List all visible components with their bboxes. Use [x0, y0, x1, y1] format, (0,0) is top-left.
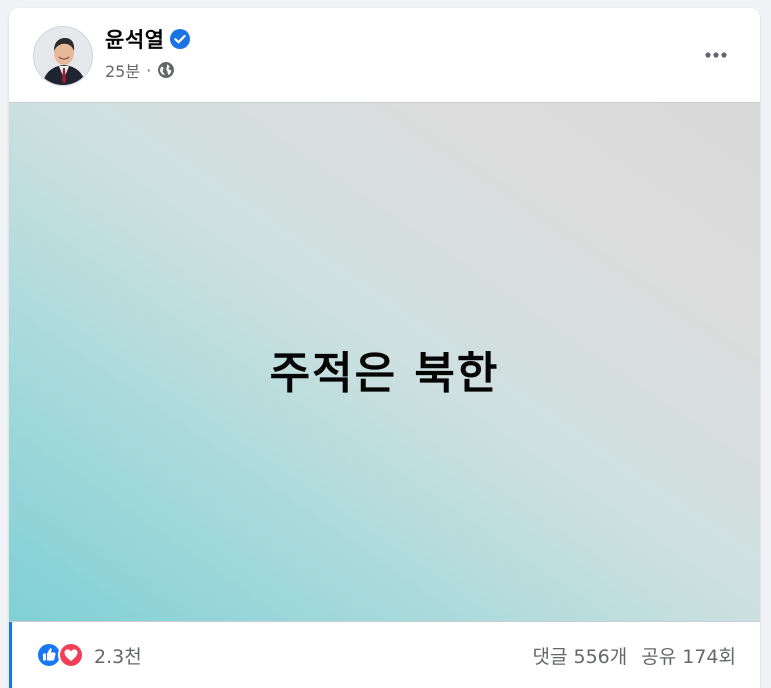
comment-count-link[interactable]: 댓글 556개: [533, 642, 628, 669]
love-icon: [58, 642, 84, 668]
post-header: 윤석열 25분 ·: [9, 8, 760, 102]
post-text-background-media[interactable]: 주적은 북한: [9, 102, 760, 622]
engagement-stats: 댓글 556개 공유 174회: [533, 640, 737, 670]
more-options-button[interactable]: [698, 38, 734, 68]
reaction-summary[interactable]: 2.3천: [36, 640, 142, 670]
verified-badge-icon: [170, 29, 191, 49]
post-card: 윤석열 25분 · 주적은 북한 2.3천 댓글 556개 공유 174회: [9, 8, 760, 688]
author-name[interactable]: 윤석열: [105, 24, 164, 54]
post-meta: 25분 ·: [105, 58, 175, 82]
post-footer: 2.3천 댓글 556개 공유 174회: [9, 622, 760, 688]
share-count-link[interactable]: 공유 174회: [641, 642, 736, 669]
author-avatar[interactable]: [33, 26, 93, 86]
more-options-icon: [704, 44, 728, 63]
globe-icon[interactable]: [157, 61, 175, 79]
reaction-count: 2.3천: [94, 645, 142, 668]
avatar-portrait-image: [34, 27, 92, 85]
meta-separator: ·: [146, 60, 152, 80]
post-timestamp[interactable]: 25분: [105, 58, 140, 82]
post-media-text: 주적은 북한: [269, 348, 500, 399]
author-row: 윤석열: [105, 24, 191, 54]
